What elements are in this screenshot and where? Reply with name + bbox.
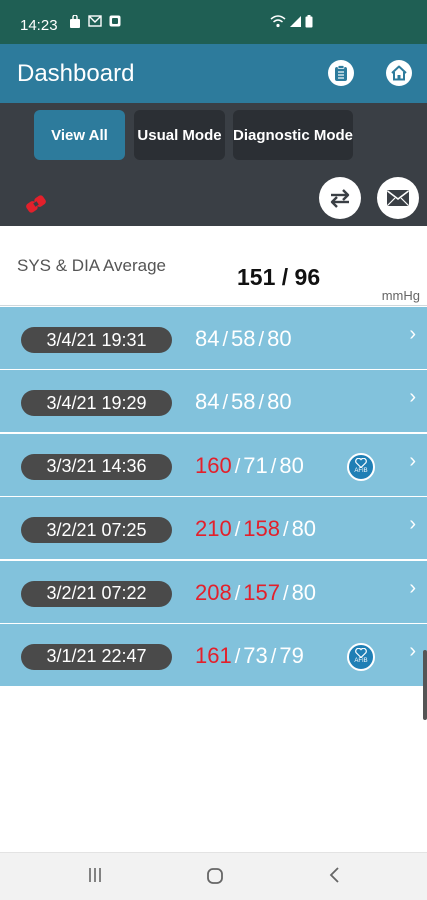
battery-icon bbox=[305, 15, 313, 28]
reading-row[interactable]: 3/2/21 07:25 210/158/80 › bbox=[0, 497, 427, 560]
envelope-icon bbox=[88, 15, 102, 27]
sys-value: 84 bbox=[195, 326, 220, 351]
average-value: 151 / 96 bbox=[237, 264, 321, 290]
dia-value: 71 bbox=[243, 452, 268, 478]
afib-label: AFIB bbox=[354, 658, 368, 665]
sync-icon bbox=[330, 189, 350, 208]
home-button[interactable] bbox=[386, 60, 412, 86]
notification-icons bbox=[69, 15, 121, 28]
back-icon bbox=[329, 867, 339, 883]
tab-usual-mode[interactable]: Usual Mode bbox=[134, 110, 225, 160]
reading-row[interactable]: 3/2/21 07:22 208/157/80 › bbox=[0, 560, 427, 623]
sys-value: 160 bbox=[195, 452, 232, 478]
reading-row[interactable]: 3/4/21 19:31 84/58/80 › bbox=[0, 307, 427, 369]
pulse-value: 80 bbox=[267, 389, 292, 415]
dia-value: 58 bbox=[231, 389, 256, 415]
clipboard-icon bbox=[335, 64, 347, 81]
mail-icon bbox=[387, 190, 409, 206]
signal-icon bbox=[290, 16, 301, 27]
chevron-right-icon: › bbox=[409, 386, 416, 409]
reading-datetime: 3/4/21 19:31 bbox=[21, 327, 172, 353]
pulse-value: 80 bbox=[291, 579, 317, 605]
chevron-right-icon: › bbox=[409, 639, 416, 662]
clipboard-button[interactable] bbox=[328, 60, 354, 86]
readings-list: 3/4/21 19:31 84/58/80 › 3/4/21 19:29 84/… bbox=[0, 307, 427, 687]
reading-values: 208/157/80 bbox=[195, 580, 316, 606]
sys-value: 84 bbox=[195, 389, 220, 415]
reading-values: 160/71/80 bbox=[195, 453, 304, 479]
afib-heart-icon: AFIB bbox=[347, 452, 375, 481]
value-separator: / bbox=[258, 392, 265, 415]
reading-values: 210/158/80 bbox=[195, 516, 316, 542]
wifi-icon bbox=[270, 15, 286, 28]
sync-button[interactable] bbox=[319, 177, 361, 219]
pulse-value: 80 bbox=[279, 452, 304, 478]
average-label: SYS & DIA Average bbox=[17, 256, 166, 275]
average-unit: mmHg bbox=[381, 288, 420, 303]
reading-values: 84/58/80 bbox=[195, 389, 292, 415]
dia-value: 58 bbox=[231, 326, 256, 351]
app-bar: Dashboard bbox=[0, 44, 427, 103]
page-title: Dashboard bbox=[17, 60, 135, 87]
scrollbar[interactable] bbox=[423, 650, 427, 720]
reading-values: 161/73/79 bbox=[195, 643, 304, 669]
value-separator: / bbox=[234, 519, 241, 542]
reading-datetime: 3/2/21 07:25 bbox=[21, 517, 172, 544]
value-separator: / bbox=[234, 582, 241, 605]
value-separator: / bbox=[222, 392, 229, 415]
chevron-right-icon: › bbox=[409, 576, 416, 599]
afib-heart-icon: AFIB bbox=[347, 642, 375, 671]
value-separator: / bbox=[270, 455, 277, 478]
reading-datetime: 3/1/21 22:47 bbox=[21, 643, 172, 670]
status-time: 14:23 bbox=[20, 17, 58, 34]
bluetooth-connected-icon bbox=[26, 195, 46, 213]
reading-datetime: 3/3/21 14:36 bbox=[21, 453, 172, 480]
home-icon bbox=[391, 65, 407, 81]
reading-row[interactable]: 3/1/21 22:47 161/73/79 AFIB › bbox=[0, 623, 427, 686]
value-separator: / bbox=[270, 645, 277, 668]
home-circle-icon bbox=[207, 868, 223, 884]
sys-value: 210 bbox=[195, 516, 232, 542]
system-nav-bar bbox=[0, 852, 427, 900]
reading-row[interactable]: 3/3/21 14:36 160/71/80 AFIB › bbox=[0, 433, 427, 496]
system-status-icons bbox=[270, 15, 313, 28]
reading-datetime: 3/4/21 19:29 bbox=[21, 390, 172, 417]
filter-panel: View All Usual Mode Diagnostic Mode bbox=[0, 103, 427, 226]
value-separator: / bbox=[222, 329, 229, 351]
afib-label: AFIB bbox=[354, 468, 368, 475]
dia-value: 157 bbox=[243, 579, 280, 605]
reading-row[interactable]: 3/4/21 19:29 84/58/80 › bbox=[0, 370, 427, 433]
value-separator: / bbox=[258, 329, 265, 351]
status-bar: 14:23 bbox=[0, 0, 427, 44]
sys-value: 161 bbox=[195, 642, 232, 668]
back-button[interactable] bbox=[326, 866, 344, 890]
tab-diagnostic-mode[interactable]: Diagnostic Mode bbox=[233, 110, 353, 160]
chevron-right-icon: › bbox=[409, 323, 416, 345]
chevron-right-icon: › bbox=[409, 449, 416, 472]
dia-value: 158 bbox=[243, 516, 280, 542]
chevron-right-icon: › bbox=[409, 513, 416, 536]
average-summary: SYS & DIA Average 151 / 96 mmHg bbox=[0, 226, 427, 306]
mail-button[interactable] bbox=[377, 177, 419, 219]
value-separator: / bbox=[234, 455, 241, 478]
tab-view-all[interactable]: View All bbox=[34, 110, 125, 160]
nav-home-button[interactable] bbox=[205, 866, 225, 892]
reading-datetime: 3/2/21 07:22 bbox=[21, 580, 172, 607]
value-separator: / bbox=[283, 582, 289, 605]
sys-value: 208 bbox=[195, 579, 232, 605]
value-separator: / bbox=[283, 519, 289, 542]
dia-value: 73 bbox=[243, 642, 268, 668]
pulse-value: 80 bbox=[291, 516, 317, 542]
reading-values: 84/58/80 bbox=[195, 326, 292, 352]
value-separator: / bbox=[234, 645, 241, 668]
bag-icon bbox=[70, 15, 80, 28]
recents-button[interactable] bbox=[86, 866, 104, 890]
pulse-value: 79 bbox=[279, 642, 304, 668]
pulse-value: 80 bbox=[267, 326, 292, 351]
square-app-icon bbox=[109, 15, 121, 27]
recents-icon bbox=[89, 868, 101, 882]
